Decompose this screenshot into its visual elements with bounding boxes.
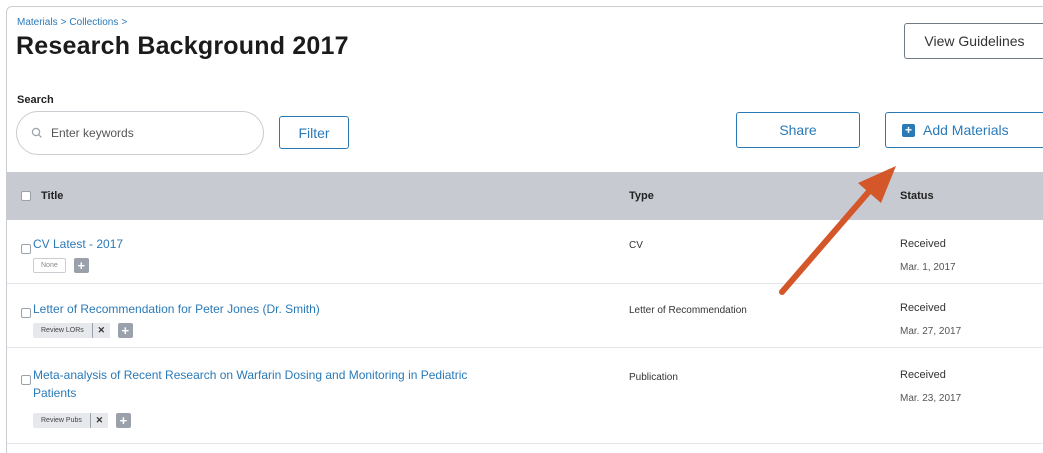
material-title-line: Patients [33, 386, 77, 400]
filter-button[interactable]: Filter [279, 116, 349, 149]
column-header-title[interactable]: Title [41, 190, 63, 202]
page-title: Research Background 2017 [16, 32, 349, 60]
material-type: Letter of Recommendation [629, 305, 747, 316]
tag-line: Review LORs ✕ + [33, 323, 133, 338]
search-label: Search [17, 94, 54, 106]
tag-badge: Review LORs [33, 323, 92, 338]
breadcrumb-materials[interactable]: Materials [17, 17, 58, 28]
remove-tag-icon[interactable]: ✕ [89, 413, 108, 428]
status-text: Received [900, 369, 946, 381]
add-tag-icon[interactable]: + [115, 413, 131, 428]
row-checkbox[interactable] [21, 308, 31, 318]
row-checkbox[interactable] [21, 375, 31, 385]
breadcrumb-separator: > [121, 17, 128, 28]
view-guidelines-button[interactable]: View Guidelines [904, 23, 1043, 59]
tag-line: None + [33, 258, 89, 273]
table-row: Meta-analysis of Recent Research on Warf… [7, 349, 1043, 444]
plus-square-icon: + [902, 123, 915, 137]
table-header: Title Type Status [7, 172, 1043, 220]
status-date: Mar. 1, 2017 [900, 262, 956, 273]
tag-line: Review Pubs ✕ + [33, 413, 131, 428]
tag-badge[interactable]: None [33, 258, 66, 273]
search-input[interactable] [51, 126, 241, 140]
remove-tag-icon[interactable]: ✕ [91, 323, 110, 338]
status-text: Received [900, 302, 946, 314]
add-materials-button[interactable]: + Add Materials [885, 112, 1043, 148]
status-date: Mar. 27, 2017 [900, 326, 962, 337]
status-date: Mar. 23, 2017 [900, 393, 962, 404]
status-text: Received [900, 238, 946, 250]
table-row: CV Latest - 2017 None + CV Received Mar.… [7, 220, 1043, 284]
search-field[interactable] [16, 111, 264, 155]
breadcrumb-separator: > [60, 17, 67, 28]
material-type: CV [629, 240, 643, 251]
material-type: Publication [629, 372, 678, 383]
row-checkbox[interactable] [21, 244, 31, 254]
material-title-line: Meta-analysis of Recent Research on Warf… [33, 368, 468, 382]
column-header-status[interactable]: Status [900, 190, 934, 202]
add-tag-icon[interactable]: + [73, 258, 89, 273]
share-button[interactable]: Share [736, 112, 860, 148]
table-row: Letter of Recommendation for Peter Jones… [7, 285, 1043, 348]
select-all-checkbox[interactable] [21, 191, 31, 201]
breadcrumb-collections[interactable]: Collections [69, 17, 118, 28]
add-tag-icon[interactable]: + [117, 323, 133, 338]
tag-badge: Review Pubs [33, 413, 90, 428]
search-icon [31, 127, 42, 138]
add-materials-label: Add Materials [923, 122, 1009, 138]
breadcrumb: Materials > Collections > [17, 17, 130, 28]
material-title-link[interactable]: CV Latest - 2017 [33, 235, 123, 253]
column-header-type[interactable]: Type [629, 190, 654, 202]
material-title-link[interactable]: Meta-analysis of Recent Research on Warf… [33, 366, 467, 402]
material-title-link[interactable]: Letter of Recommendation for Peter Jones… [33, 300, 320, 318]
